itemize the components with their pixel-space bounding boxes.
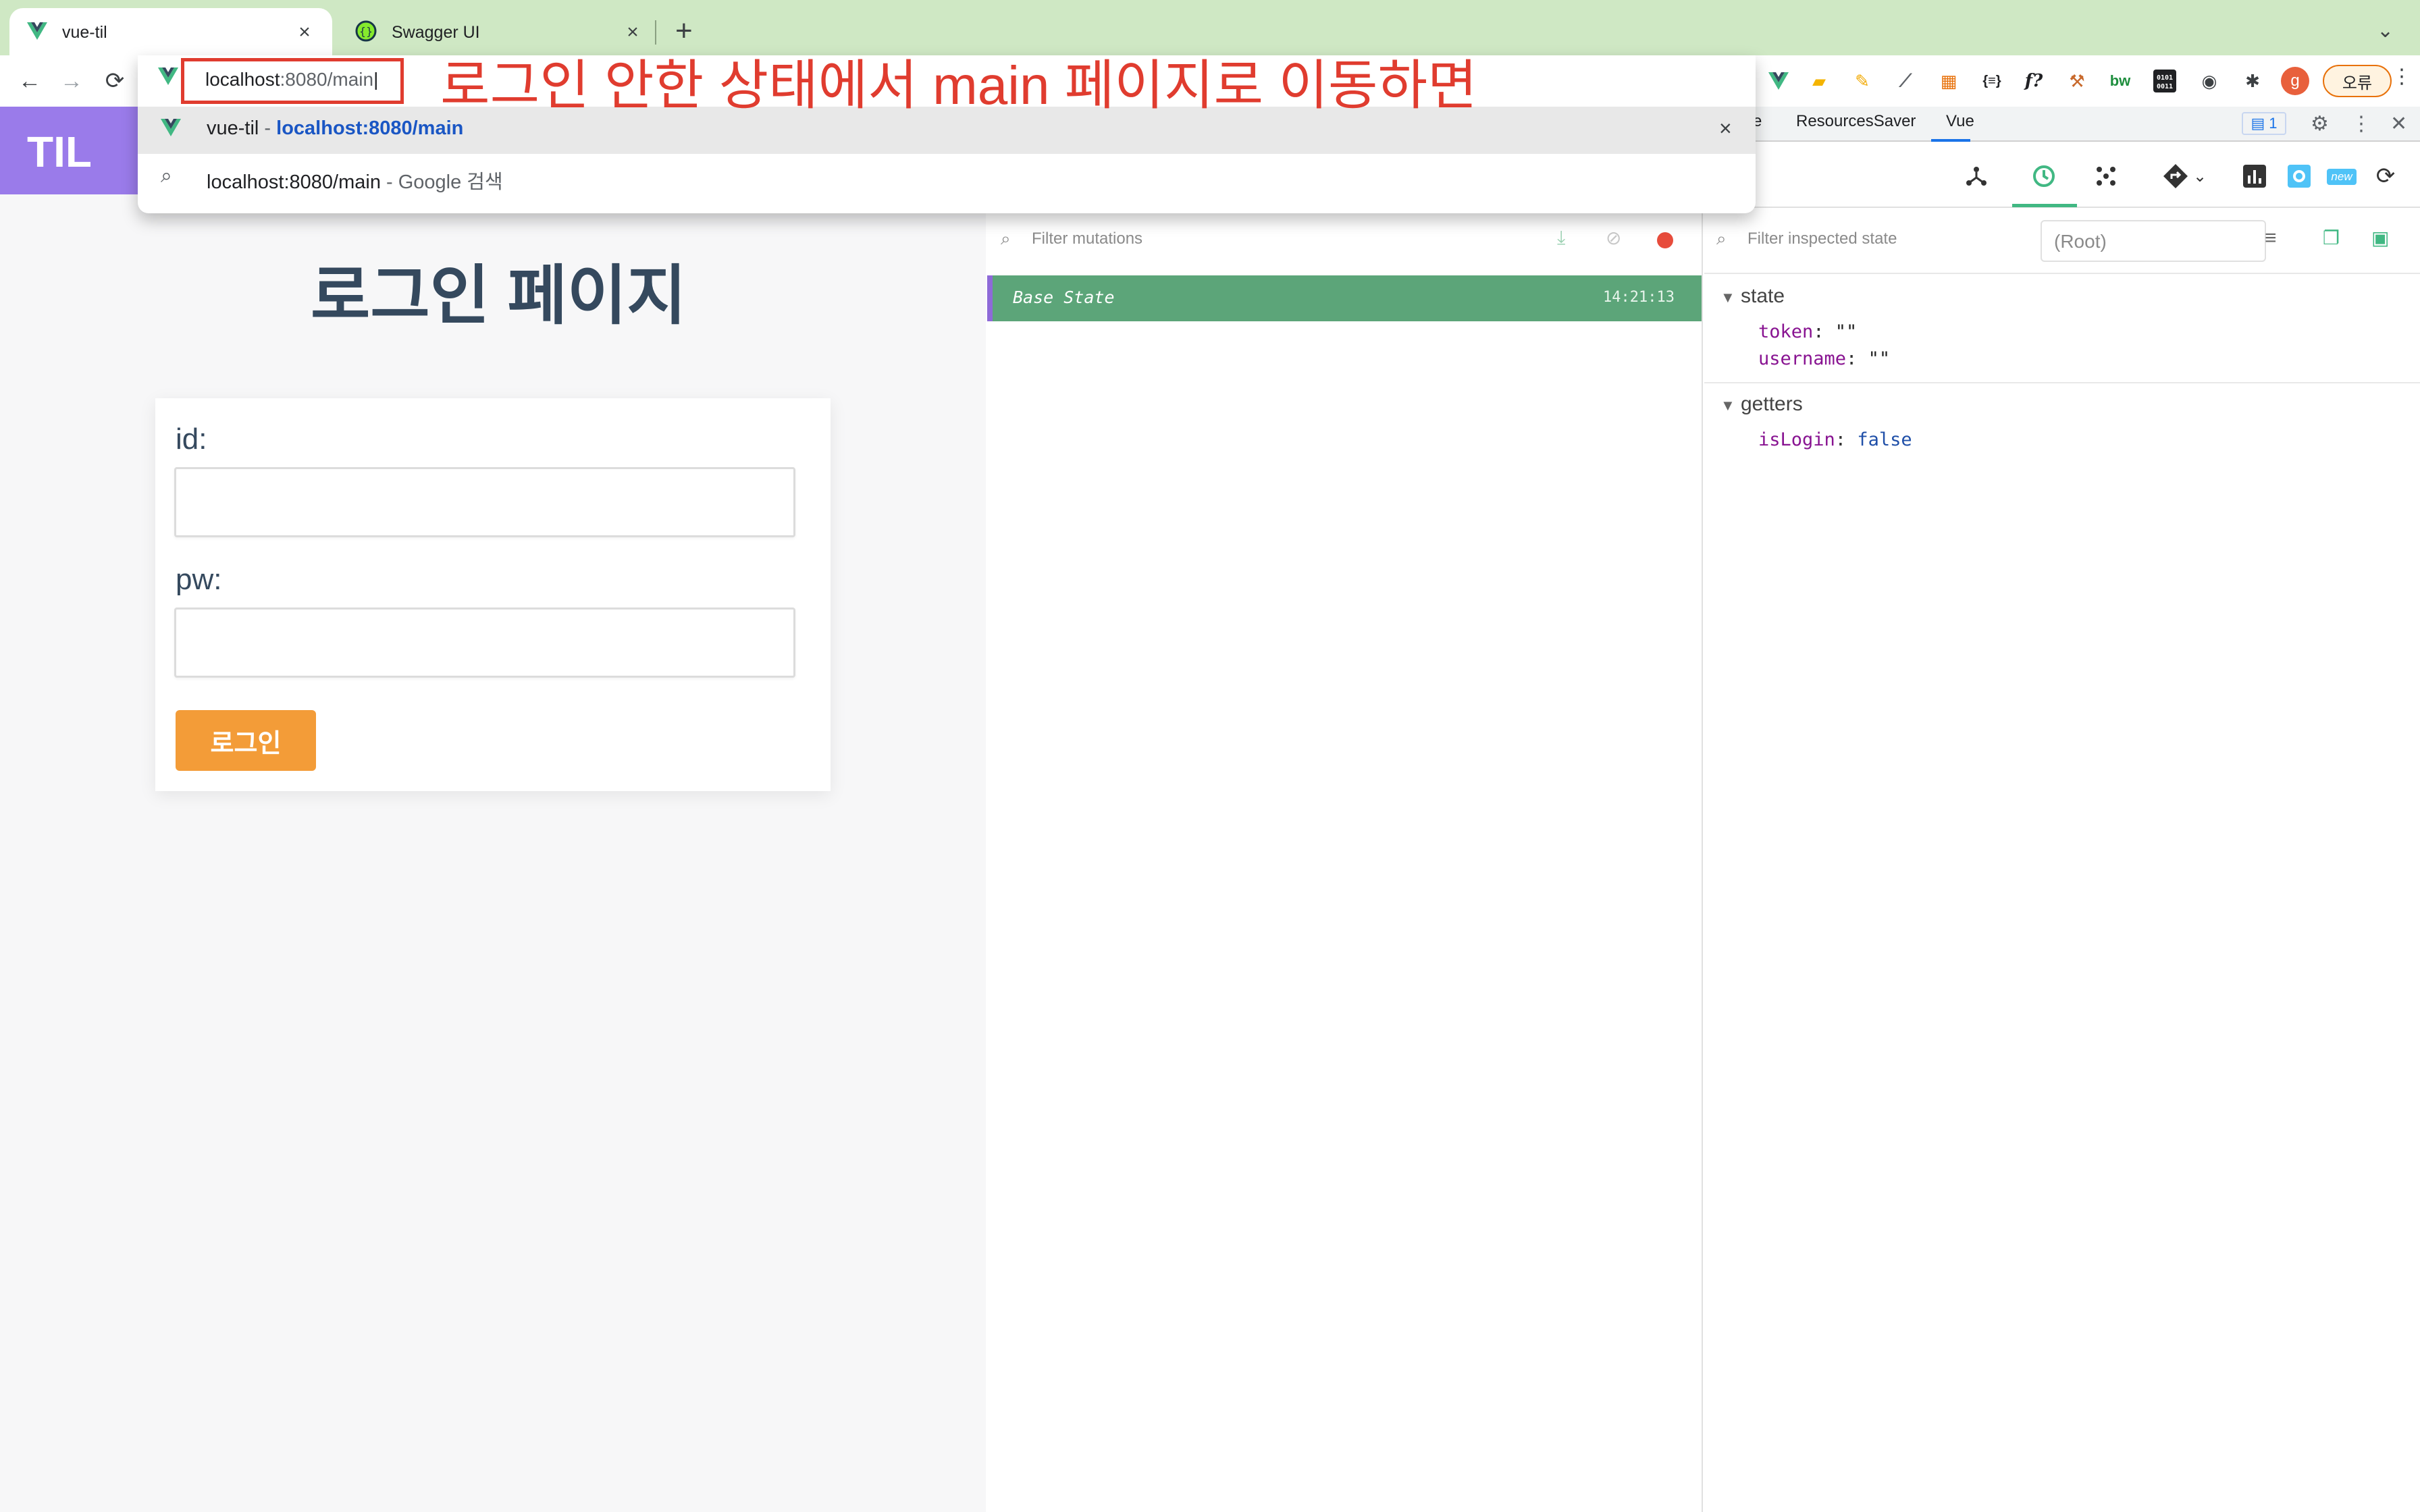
filter-icon[interactable]: ≡: [2265, 227, 2277, 250]
settings-gear-icon[interactable]: [2282, 159, 2316, 193]
caret-down-icon[interactable]: ▼: [1720, 397, 1735, 414]
active-tool-indicator: [2012, 204, 2077, 207]
chevron-down-icon: ⌄: [2192, 167, 2207, 186]
performance-chart-icon[interactable]: [2238, 159, 2271, 193]
app-logo[interactable]: TIL: [27, 127, 92, 177]
components-icon[interactable]: [1959, 159, 1993, 193]
remove-suggestion-icon[interactable]: ×: [1719, 116, 1732, 141]
paste-icon[interactable]: ▣: [2371, 227, 2389, 249]
devtools-tab-vue[interactable]: Vue: [1946, 112, 1974, 131]
back-arrow-icon[interactable]: ←: [14, 65, 46, 97]
svg-text:0101: 0101: [2157, 74, 2173, 82]
mutation-timestamp: 14:21:13: [1603, 289, 1675, 306]
tab-vue-til[interactable]: vue-til ×: [9, 8, 332, 57]
forward-arrow-icon[interactable]: →: [55, 65, 88, 97]
pw-input[interactable]: [174, 608, 795, 678]
profile-avatar[interactable]: g: [2281, 67, 2309, 95]
devtools-tab-resourcessaver[interactable]: ResourcesSaver: [1796, 112, 1916, 131]
annotation-text: 로그인 안한 상태에서 main 페이지로 이동하면: [440, 55, 1477, 115]
vue-logo-icon: [27, 22, 47, 43]
page-title: 로그인 페이지: [311, 260, 687, 332]
color-picker-icon[interactable]: ⟋: [1891, 66, 1920, 96]
vue-logo-icon: [161, 119, 181, 140]
kebab-menu-icon[interactable]: ⋮: [2351, 112, 2371, 136]
state-entry-username: username: "": [1758, 348, 1891, 369]
routing-icon[interactable]: ⌄: [2155, 159, 2213, 193]
getter-entry-islogin: isLogin: false: [1758, 429, 1912, 450]
suggestion-text: localhost:8080/main - Google 검색: [207, 171, 503, 193]
browser-menu-icon[interactable]: ⋮: [2392, 65, 2412, 88]
bookmark-extension-icon[interactable]: ▰: [1804, 66, 1834, 96]
filter-state-input[interactable]: Filter inspected state: [1747, 230, 1897, 248]
message-icon: ▤: [2251, 115, 2265, 132]
svg-text:{}: {}: [359, 25, 373, 38]
login-button[interactable]: 로그인: [176, 710, 316, 771]
vue-devtools-extension-icon[interactable]: [1764, 66, 1793, 96]
inspected-state-pane: [1704, 209, 2420, 1512]
calendar-extension-icon[interactable]: ▦: [1934, 66, 1964, 96]
tab-title: vue-til: [62, 22, 107, 42]
suggestion-text: vue-til - localhost:8080/main: [207, 117, 464, 139]
error-chip[interactable]: 오류: [2323, 65, 2392, 97]
hammer-extension-icon[interactable]: ⚒: [2062, 66, 2092, 96]
search-icon: ⌕: [1001, 228, 1011, 248]
close-icon[interactable]: ×: [623, 21, 643, 44]
font-inspector-icon[interactable]: f?: [2019, 66, 2049, 96]
tab-separator: [655, 20, 656, 45]
divider: [1704, 273, 2420, 274]
highlighter-extension-icon[interactable]: ✎: [1847, 66, 1877, 96]
copy-icon[interactable]: ❐: [2323, 227, 2340, 249]
clear-icon[interactable]: ⊘: [1606, 227, 1621, 249]
filter-mutations-input[interactable]: Filter mutations: [1032, 230, 1142, 248]
id-input[interactable]: [174, 467, 795, 537]
search-icon: ⌕: [161, 165, 172, 187]
active-tab-indicator: [1931, 139, 1970, 142]
reload-icon[interactable]: ⟳: [99, 65, 131, 97]
state-heading[interactable]: state: [1741, 285, 1785, 308]
refresh-icon[interactable]: ⟳: [2369, 159, 2402, 193]
divider: [1704, 382, 2420, 383]
json-formatter-icon[interactable]: {≡}: [1977, 66, 2007, 96]
mutations-pane: [986, 209, 1703, 1512]
tab-title: Swagger UI: [392, 22, 480, 42]
id-label: id:: [176, 423, 207, 456]
close-devtools-icon[interactable]: ✕: [2390, 112, 2407, 136]
swagger-icon: {}: [355, 20, 377, 45]
state-entry-token: token: "": [1758, 321, 1858, 342]
mutation-label: Base State: [1013, 288, 1115, 307]
new-badge: new: [2327, 169, 2357, 185]
binary-extension-icon[interactable]: 0101 0011: [2150, 66, 2180, 96]
events-dots-icon[interactable]: [2089, 159, 2123, 193]
caret-down-icon[interactable]: ▼: [1720, 289, 1735, 306]
gear-icon[interactable]: ⚙: [2311, 112, 2329, 136]
record-icon[interactable]: [1657, 232, 1673, 248]
root-select-value: (Root): [2054, 231, 2107, 252]
getters-heading[interactable]: getters: [1741, 393, 1803, 416]
vuex-history-icon[interactable]: [2027, 159, 2061, 193]
pw-label: pw:: [176, 563, 222, 596]
close-icon[interactable]: ×: [294, 21, 315, 44]
address-bar-text: localhost:8080/main|: [205, 69, 379, 90]
vue-logo-icon: [158, 68, 178, 88]
bw-extension-icon[interactable]: bw: [2105, 66, 2135, 96]
search-icon: ⌕: [1716, 228, 1727, 248]
download-icon[interactable]: ⤓: [1557, 227, 1565, 249]
issues-count: 1: [2269, 115, 2278, 132]
tab-search-chevron-icon[interactable]: ⌄: [2377, 19, 2394, 43]
svg-text:0011: 0011: [2157, 83, 2173, 90]
extensions-puzzle-icon[interactable]: ✱: [2238, 66, 2267, 96]
issues-badge[interactable]: ▤ 1: [2242, 112, 2286, 135]
grammarly-icon[interactable]: ◉: [2194, 66, 2224, 96]
